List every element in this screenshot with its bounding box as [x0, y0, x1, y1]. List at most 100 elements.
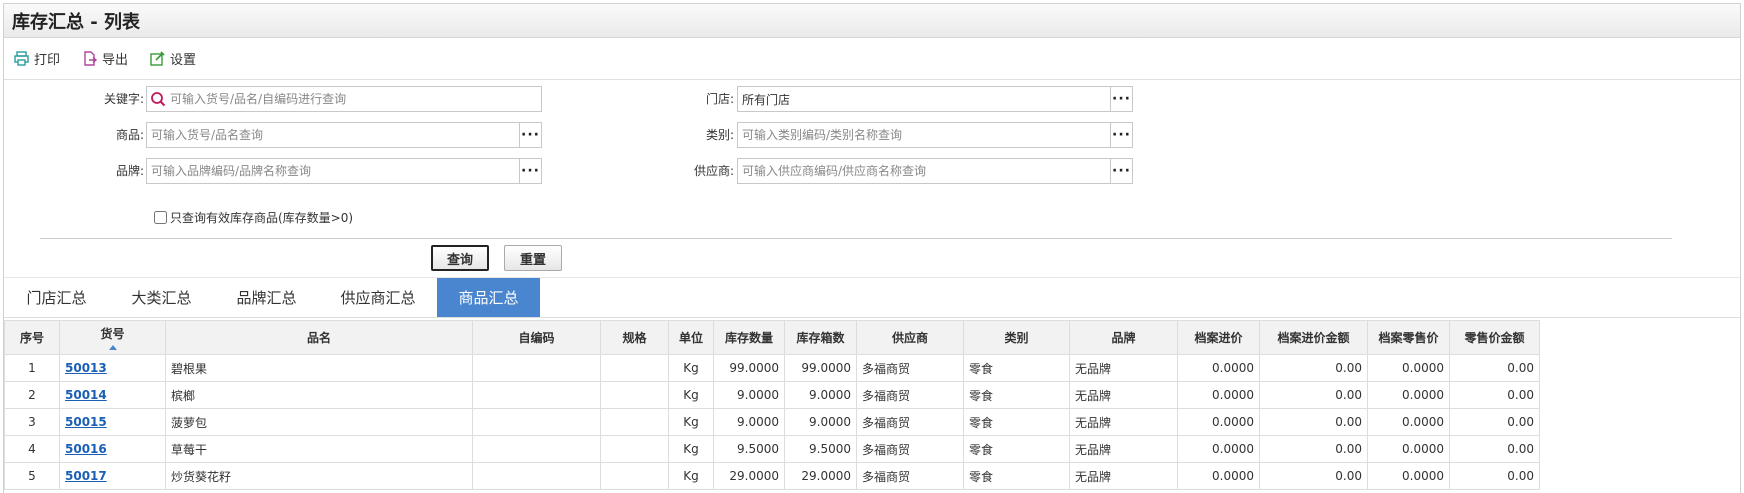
cell-spec: [600, 354, 669, 382]
export-label: 导出: [102, 53, 129, 68]
only-valid-stock-option[interactable]: 只查询有效库存商品(库存数量>0): [154, 209, 353, 226]
tab-product-summary[interactable]: 商品汇总: [437, 278, 540, 317]
tab-supplier-summary[interactable]: 供应商汇总: [319, 278, 437, 317]
col-header-code[interactable]: 货号: [59, 320, 166, 355]
store-field[interactable]: ···: [737, 86, 1133, 112]
cell-stock-qty: 99.0000: [713, 354, 785, 382]
category-field[interactable]: ···: [737, 122, 1133, 148]
cell-supplier: 多福商贸: [856, 354, 964, 382]
tab-store-summary[interactable]: 门店汇总: [4, 278, 109, 317]
cell-category: 零食: [963, 354, 1070, 382]
col-header-brand[interactable]: 品牌: [1069, 320, 1178, 355]
product-field[interactable]: ···: [146, 122, 542, 148]
col-header-category[interactable]: 类别: [963, 320, 1070, 355]
store-label: 门店:: [705, 92, 734, 106]
product-code-link[interactable]: 50015: [65, 415, 107, 429]
col-header-self-code[interactable]: 自编码: [472, 320, 601, 355]
cell-retail-amount: 0.00: [1449, 408, 1540, 436]
supplier-picker-button[interactable]: ···: [1110, 159, 1132, 183]
col-header-retail-price[interactable]: 档案零售价: [1367, 320, 1450, 355]
cell-retail-amount: 0.00: [1449, 462, 1540, 490]
cell-cost-price: 0.0000: [1177, 462, 1260, 490]
tab-category-summary[interactable]: 大类汇总: [109, 278, 214, 317]
export-button[interactable]: 导出: [82, 49, 128, 68]
product-code-link[interactable]: 50014: [65, 388, 107, 402]
brand-field[interactable]: ···: [146, 158, 542, 184]
brand-picker-button[interactable]: ···: [519, 159, 541, 183]
cell-supplier: 多福商贸: [856, 462, 964, 490]
col-header-cost-amount[interactable]: 档案进价金额: [1259, 320, 1368, 355]
cell-brand: 无品牌: [1069, 354, 1178, 382]
cell-category: 零食: [963, 462, 1070, 490]
brand-input[interactable]: [147, 159, 519, 183]
cell-unit: Kg: [668, 381, 714, 409]
query-button[interactable]: 查询: [431, 245, 489, 271]
summary-tabs: 门店汇总 大类汇总 品牌汇总 供应商汇总 商品汇总: [4, 277, 1740, 318]
settings-button[interactable]: 设置: [150, 49, 196, 68]
sort-ascending-icon: [108, 345, 117, 350]
printer-icon: [14, 51, 29, 66]
table-header-row: 序号 货号 品名 自编码 规格 单位 库存数量 库存箱数 供应商 类别 品牌 档…: [4, 320, 1540, 355]
col-header-cost-price[interactable]: 档案进价: [1177, 320, 1260, 355]
cell-stock-boxes: 29.0000: [784, 462, 857, 490]
keyword-input[interactable]: [166, 87, 541, 111]
cell-stock-qty: 29.0000: [713, 462, 785, 490]
supplier-label: 供应商:: [693, 164, 734, 178]
cell-unit: Kg: [668, 354, 714, 382]
cell-spec: [600, 408, 669, 436]
supplier-field[interactable]: ···: [737, 158, 1133, 184]
table-row[interactable]: 1 50013 碧根果 Kg 99.0000 99.0000 多福商贸 零食 无品牌 0.0000…: [4, 354, 1540, 382]
col-header-stock-qty[interactable]: 库存数量: [713, 320, 785, 355]
title-bar: 库存汇总 - 列表: [4, 4, 1740, 38]
table-row[interactable]: 3 50015 菠萝包 Kg 9.0000 9.0000 多福商贸 零食 无品牌 0.0000 0.…: [4, 408, 1540, 436]
store-input[interactable]: [738, 87, 1110, 111]
category-picker-button[interactable]: ···: [1110, 123, 1132, 147]
inventory-table: 序号 货号 品名 自编码 规格 单位 库存数量 库存箱数 供应商 类别 品牌 档…: [4, 320, 1540, 490]
tab-brand-summary[interactable]: 品牌汇总: [214, 278, 319, 317]
cell-spec: [600, 435, 669, 463]
cell-retail-amount: 0.00: [1449, 354, 1540, 382]
export-icon: [84, 51, 98, 66]
cell-product-name: 草莓干: [165, 435, 473, 463]
table-row[interactable]: 5 50017 炒货葵花籽 Kg 29.0000 29.0000 多福商贸 零食 无品牌 0.00…: [4, 462, 1540, 490]
table-row[interactable]: 2 50014 槟榔 Kg 9.0000 9.0000 多福商贸 零食 无品牌 0.0000 0.0…: [4, 381, 1540, 409]
supplier-input[interactable]: [738, 159, 1110, 183]
cell-product-name: 碧根果: [165, 354, 473, 382]
col-header-retail-amount[interactable]: 零售价金额: [1449, 320, 1540, 355]
product-picker-button[interactable]: ···: [519, 123, 541, 147]
cell-cost-price: 0.0000: [1177, 435, 1260, 463]
cell-stock-qty: 9.5000: [713, 435, 785, 463]
keyword-field[interactable]: [146, 86, 542, 112]
store-picker-button[interactable]: ···: [1110, 87, 1132, 111]
print-label: 打印: [34, 53, 61, 68]
settings-label: 设置: [170, 53, 197, 68]
col-header-supplier[interactable]: 供应商: [856, 320, 964, 355]
cell-self-code: [472, 381, 601, 409]
cell-category: 零食: [963, 381, 1070, 409]
col-header-unit[interactable]: 单位: [668, 320, 714, 355]
cell-self-code: [472, 354, 601, 382]
col-header-stock-boxes[interactable]: 库存箱数: [784, 320, 857, 355]
col-header-index[interactable]: 序号: [4, 320, 60, 355]
col-header-spec[interactable]: 规格: [600, 320, 669, 355]
cell-row-index: 1: [4, 354, 60, 382]
cell-category: 零食: [963, 435, 1070, 463]
cell-row-index: 2: [4, 381, 60, 409]
print-button[interactable]: 打印: [14, 49, 60, 68]
cell-cost-amount: 0.00: [1259, 408, 1368, 436]
cell-brand: 无品牌: [1069, 462, 1178, 490]
product-code-link[interactable]: 50017: [65, 469, 107, 483]
reset-button[interactable]: 重置: [504, 245, 562, 271]
cell-self-code: [472, 408, 601, 436]
only-valid-stock-checkbox[interactable]: [154, 211, 167, 224]
cell-self-code: [472, 435, 601, 463]
cell-retail-price: 0.0000: [1367, 435, 1450, 463]
product-code-link[interactable]: 50013: [65, 361, 107, 375]
col-header-name[interactable]: 品名: [165, 320, 473, 355]
product-input[interactable]: [147, 123, 519, 147]
cell-product-name: 槟榔: [165, 381, 473, 409]
category-input[interactable]: [738, 123, 1110, 147]
cell-stock-qty: 9.0000: [713, 381, 785, 409]
table-row[interactable]: 4 50016 草莓干 Kg 9.5000 9.5000 多福商贸 零食 无品牌 0.0000 0.…: [4, 435, 1540, 463]
product-code-link[interactable]: 50016: [65, 442, 107, 456]
